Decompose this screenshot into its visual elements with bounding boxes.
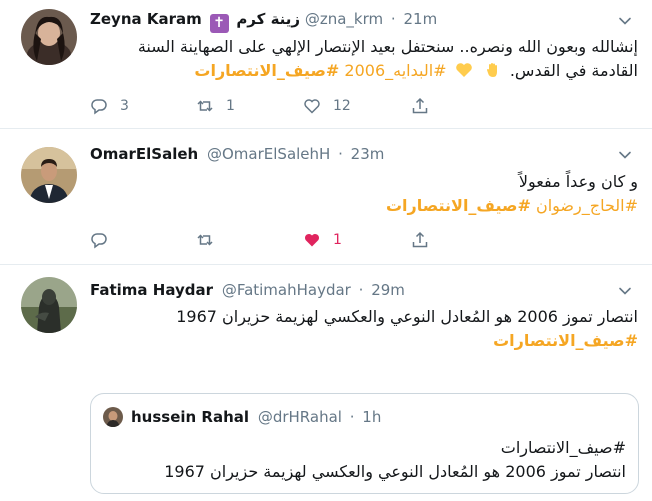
avatar[interactable] — [21, 9, 77, 65]
reply-button[interactable]: 3 — [90, 96, 129, 116]
hashtag[interactable]: #صيف_الانتصارات — [386, 196, 531, 215]
tweet-text: و كان وعداً مفعولاً #الحاج_رضوان #صيف_ال… — [90, 170, 638, 218]
avatar[interactable] — [21, 277, 77, 333]
tweet-header: Zeyna Karam ✝ زينة كرم @zna_krm · 21m — [90, 10, 437, 33]
quoted-tweet-header: hussein Rahal @drHRahal · 1h — [131, 408, 381, 426]
tweet[interactable]: Zeyna Karam ✝ زينة كرم @zna_krm · 21m إن… — [0, 0, 652, 129]
tweet-text: انتصار تموز 2006 هو المُعادل النوعي والع… — [90, 305, 638, 353]
like-count: 1 — [333, 232, 342, 248]
raised-hand-emoji-icon — [484, 61, 502, 79]
like-button[interactable]: 1 — [303, 230, 342, 250]
chevron-down-icon[interactable] — [618, 284, 632, 298]
avatar[interactable] — [21, 147, 77, 203]
hashtag[interactable]: #صيف_الانتصارات — [90, 329, 638, 353]
chevron-down-icon[interactable] — [618, 148, 632, 162]
display-name[interactable]: OmarElSaleh — [90, 145, 198, 163]
user-handle: @drHRahal — [257, 408, 342, 426]
hashtag[interactable]: #صيف_الانتصارات — [194, 61, 339, 80]
tweet[interactable]: OmarElSaleh @OmarElSalehH · 23m و كان وع… — [0, 129, 652, 265]
display-name[interactable]: Zeyna Karam — [90, 10, 202, 28]
share-button[interactable] — [411, 230, 429, 250]
retweet-count: 1 — [226, 98, 235, 114]
share-icon — [412, 231, 428, 248]
separator-dot: · — [338, 145, 343, 163]
hashtag[interactable]: #البدايه_2006 — [344, 61, 446, 80]
timestamp[interactable]: 21m — [403, 10, 437, 28]
tweet-actions: 3 1 12 — [90, 96, 430, 116]
quoted-tweet-text: #صيف_الانتصارات انتصار تموز 2006 هو المُ… — [103, 436, 626, 484]
quoted-tweet-body: انتصار تموز 2006 هو المُعادل النوعي والع… — [164, 462, 626, 481]
retweet-button[interactable]: 1 — [196, 96, 235, 116]
user-handle[interactable]: @zna_krm — [305, 10, 383, 28]
tweet-actions: 1 — [90, 230, 430, 250]
reply-button[interactable] — [90, 230, 120, 250]
display-name-arabic[interactable]: زينة كرم — [236, 10, 300, 28]
user-handle[interactable]: @FatimahHaydar — [222, 281, 351, 299]
like-button[interactable]: 12 — [303, 96, 351, 116]
hashtag: #صيف_الانتصارات — [500, 438, 626, 457]
separator-dot: · — [349, 408, 355, 426]
tweet-body: انتصار تموز 2006 هو المُعادل النوعي والع… — [176, 307, 638, 326]
like-icon — [304, 233, 320, 247]
share-button[interactable] — [411, 96, 429, 116]
share-icon — [412, 97, 428, 114]
like-icon — [304, 99, 320, 114]
separator-dot: · — [358, 281, 364, 299]
retweet-icon — [197, 234, 213, 246]
yellow-heart-emoji-icon — [455, 61, 473, 79]
reply-icon — [91, 233, 107, 249]
display-name: hussein Rahal — [131, 408, 250, 426]
retweet-button[interactable] — [196, 230, 226, 250]
reply-icon — [91, 99, 107, 115]
like-count: 12 — [333, 98, 351, 114]
display-name[interactable]: Fatima Haydar — [90, 281, 213, 299]
timestamp[interactable]: 29m — [371, 281, 405, 299]
user-handle[interactable]: @OmarElSalehH — [207, 145, 330, 163]
hashtag[interactable]: #الحاج_رضوان — [536, 196, 638, 215]
tweet-body: و كان وعداً مفعولاً — [518, 172, 638, 191]
timestamp[interactable]: 23m — [351, 145, 385, 163]
tweet-header: OmarElSaleh @OmarElSalehH · 23m — [90, 145, 384, 167]
quoted-tweet[interactable]: hussein Rahal @drHRahal · 1h #صيف_الانتص… — [90, 393, 639, 494]
tweet-text: إنشالله وبعون الله ونصره.. سنحتفل بعيد ا… — [90, 35, 638, 83]
chevron-down-icon[interactable] — [618, 14, 632, 28]
timestamp: 1h — [362, 408, 382, 426]
cross-emoji-icon: ✝ — [209, 14, 229, 33]
separator-dot: · — [390, 10, 396, 28]
tweet-header: Fatima Haydar @FatimahHaydar · 29m — [90, 281, 405, 303]
avatar — [103, 407, 123, 427]
reply-count: 3 — [120, 98, 129, 114]
retweet-icon — [197, 100, 213, 112]
